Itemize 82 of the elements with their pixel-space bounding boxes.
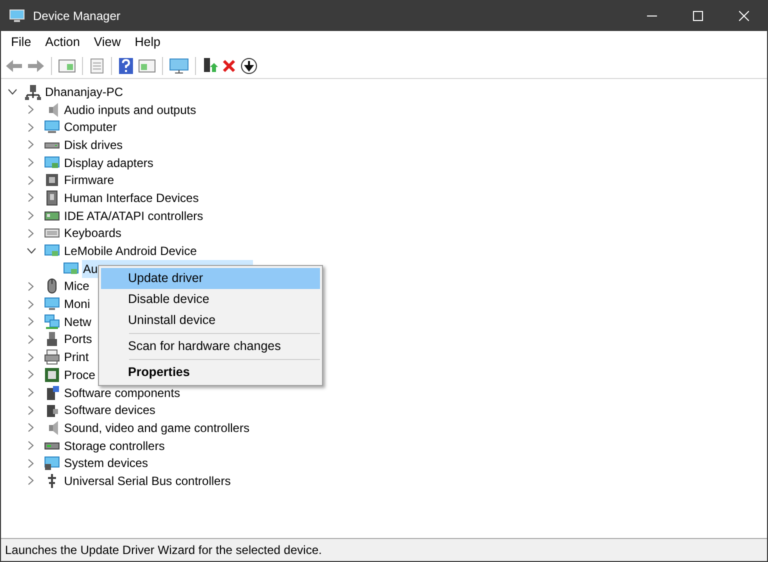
device-icon xyxy=(44,384,60,401)
expand-chevron-icon[interactable] xyxy=(28,334,34,344)
device-icon xyxy=(44,154,60,171)
device-icon xyxy=(44,119,60,136)
expand-chevron-icon[interactable] xyxy=(28,300,34,309)
device-icon xyxy=(44,190,60,206)
remove-icon[interactable] xyxy=(222,58,236,72)
expand-chevron-icon[interactable] xyxy=(28,193,34,202)
expand-chevron-icon[interactable] xyxy=(28,458,34,468)
device-icon xyxy=(44,402,60,418)
tree-item[interactable]: Netw xyxy=(63,312,92,331)
tree-item[interactable]: LeMobile Android Device xyxy=(63,242,198,260)
device-icon xyxy=(44,349,60,366)
tree-item[interactable]: Disk drives xyxy=(63,136,124,154)
window-title: Device Manager xyxy=(33,8,120,25)
device-icon xyxy=(44,366,60,383)
device-icon xyxy=(63,260,79,277)
tree-item[interactable]: Human Interface Devices xyxy=(63,188,200,207)
expand-chevron-icon[interactable] xyxy=(28,352,34,362)
menu-option[interactable]: Properties xyxy=(101,362,320,383)
menu-option[interactable]: Disable device xyxy=(101,289,320,310)
tree-item[interactable]: Universal Serial Bus controllers xyxy=(63,472,232,490)
tree-item[interactable]: Mice xyxy=(63,277,90,296)
expand-chevron-icon[interactable] xyxy=(28,388,34,398)
window-panel-icon[interactable] xyxy=(138,58,156,74)
tree-item[interactable]: Proce xyxy=(63,366,96,384)
forward-icon[interactable] xyxy=(27,58,45,72)
close-icon xyxy=(739,11,749,21)
back-icon[interactable] xyxy=(5,58,23,72)
download-icon[interactable] xyxy=(240,56,258,74)
device-icon xyxy=(44,296,60,312)
expand-chevron-icon[interactable] xyxy=(28,406,34,415)
device-icon xyxy=(25,84,41,100)
expand-chevron-icon[interactable] xyxy=(28,105,34,114)
app-icon xyxy=(9,9,25,23)
tree-item[interactable]: Moni xyxy=(63,295,92,314)
tree-item[interactable]: System devices xyxy=(63,454,150,472)
tree-item[interactable]: Audio inputs and outputs xyxy=(63,100,198,119)
collapse-chevron-icon[interactable] xyxy=(8,88,16,95)
expand-chevron-icon[interactable] xyxy=(28,476,34,486)
device-update-icon[interactable] xyxy=(202,56,218,74)
expand-chevron-icon[interactable] xyxy=(28,158,34,168)
device-icon xyxy=(44,314,60,330)
tree-item[interactable]: Sound, video and game controllers xyxy=(63,418,250,437)
expand-chevron-icon[interactable] xyxy=(28,176,34,185)
tree-item[interactable]: Print xyxy=(63,348,90,366)
expand-chevron-icon[interactable] xyxy=(28,317,34,326)
menu-option[interactable]: Update driver xyxy=(101,268,320,289)
collapse-chevron-icon[interactable] xyxy=(26,248,36,254)
expand-chevron-icon[interactable] xyxy=(28,122,34,132)
tree-item[interactable]: Keyboards xyxy=(63,224,122,242)
tree-item[interactable]: Software components xyxy=(63,384,182,402)
expand-chevron-icon[interactable] xyxy=(28,370,34,380)
device-icon xyxy=(44,455,60,472)
menu-item[interactable]: Action xyxy=(38,31,87,53)
status-text: Launches the Update Driver Wizard for the selected device. xyxy=(5,542,322,559)
expand-chevron-icon[interactable] xyxy=(28,282,34,291)
device-icon xyxy=(44,172,60,188)
window-panel-icon[interactable] xyxy=(58,58,76,74)
monitor-icon[interactable] xyxy=(169,56,189,74)
menu-item[interactable]: File xyxy=(4,31,38,53)
expand-chevron-icon[interactable] xyxy=(28,423,34,432)
tree-item[interactable]: Storage controllers xyxy=(63,436,166,455)
menu-option[interactable]: Scan for hardware changes xyxy=(101,336,320,357)
help-icon[interactable] xyxy=(118,56,134,74)
document-icon[interactable] xyxy=(89,58,105,74)
tree-item[interactable]: IDE ATA/ATAPI controllers xyxy=(63,206,204,225)
tree-item[interactable]: Firmware xyxy=(63,171,115,190)
menu-item[interactable]: Help xyxy=(128,31,168,53)
expand-chevron-icon[interactable] xyxy=(28,441,34,450)
device-icon xyxy=(44,331,60,348)
tree-item[interactable]: Dhananjay-PC xyxy=(44,82,124,101)
expand-chevron-icon[interactable] xyxy=(28,140,34,150)
tree-item[interactable]: Software devices xyxy=(63,401,156,420)
maximize-icon xyxy=(693,11,703,21)
menu-item[interactable]: View xyxy=(86,31,128,53)
expand-chevron-icon[interactable] xyxy=(28,228,34,238)
menu-option[interactable]: Uninstall device xyxy=(101,310,320,331)
tree-item[interactable]: Display adapters xyxy=(63,154,154,172)
tree-item[interactable]: Ports xyxy=(63,330,94,348)
tree-item[interactable]: Computer xyxy=(63,118,118,136)
expand-chevron-icon[interactable] xyxy=(28,211,34,220)
